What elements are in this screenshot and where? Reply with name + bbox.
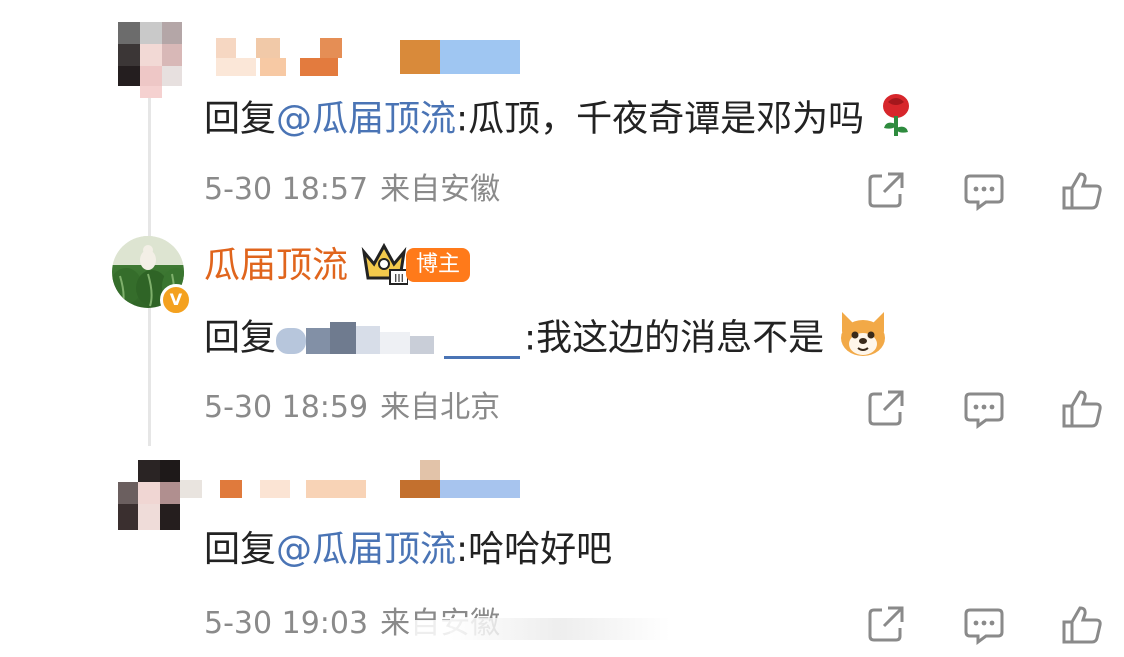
location: 来自北京 <box>380 390 501 425</box>
comment-icon[interactable] <box>962 386 1006 430</box>
comment-meta: 5-30 18:57 来自安徽 <box>204 172 500 208</box>
thumbs-up-icon[interactable] <box>1060 168 1104 212</box>
mention-blurred[interactable] <box>276 318 524 362</box>
comment-icon[interactable] <box>962 602 1006 646</box>
location: 来自安徽 <box>380 172 501 207</box>
reply-prefix: 回复 <box>204 98 277 140</box>
avatar-pixelated[interactable] <box>118 460 180 530</box>
thumbs-up-icon[interactable] <box>1060 386 1104 430</box>
timestamp: 5-30 18:59 <box>204 390 369 425</box>
rose-emoji <box>876 92 916 149</box>
reply-body: :瓜顶，千夜奇谭是邓为吗 <box>456 98 865 140</box>
share-icon[interactable] <box>864 168 908 212</box>
reply-text: 回复@瓜届顶流:哈哈好吧 <box>204 528 612 572</box>
reply-prefix: 回复 <box>204 317 277 359</box>
mention-link[interactable]: @瓜届顶流 <box>276 99 456 140</box>
action-bar <box>860 386 1110 430</box>
crown-icon: III <box>360 240 409 290</box>
share-icon[interactable] <box>864 386 908 430</box>
svg-text:III: III <box>394 272 404 285</box>
comment-meta: 5-30 18:59 来自北京 <box>204 390 500 426</box>
comment-icon[interactable] <box>962 168 1006 212</box>
blogger-badge: 博主 <box>406 248 471 282</box>
watermark-overlay <box>410 614 670 644</box>
reply-text: 回复@瓜届顶流:瓜顶，千夜奇谭是邓为吗 <box>204 92 916 149</box>
reply-prefix: 回复 <box>204 529 277 570</box>
thumbs-up-icon[interactable] <box>1060 602 1104 646</box>
reply-text: 回复 :我这边的消息不是 <box>204 310 890 369</box>
dog-face-emoji <box>836 310 890 369</box>
username-blurred[interactable] <box>180 460 520 500</box>
author-name[interactable]: 瓜届顶流 <box>204 244 348 288</box>
username-blurred[interactable] <box>200 38 520 78</box>
timestamp: 5-30 19:03 <box>204 606 369 641</box>
verified-badge-icon: V <box>160 284 192 316</box>
action-bar <box>860 602 1110 646</box>
mention-link[interactable]: @瓜届顶流 <box>276 529 456 570</box>
comment-1: 回复@瓜届顶流:瓜顶，千夜奇谭是邓为吗 5-30 18:57 来自安徽 <box>0 0 1124 220</box>
action-bar <box>860 168 1110 212</box>
avatar-pixelated[interactable] <box>118 22 182 98</box>
share-icon[interactable] <box>864 602 908 646</box>
timestamp: 5-30 18:57 <box>204 172 369 207</box>
reply-body: :哈哈好吧 <box>456 529 613 570</box>
reply-body: :我这边的消息不是 <box>524 317 825 359</box>
